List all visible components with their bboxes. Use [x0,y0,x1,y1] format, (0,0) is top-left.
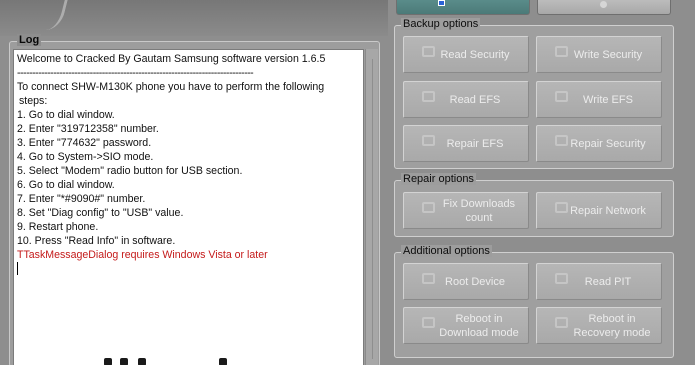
reboot-download-line1: Reboot in [455,312,503,325]
options-panel: Backup options Read Security Write Secur… [390,0,695,365]
repair-efs-button[interactable]: Repair EFS [403,125,529,162]
log-line: 5. Select "Modem" radio button for USB s… [17,165,243,177]
read-pit-button[interactable]: Read PIT [536,263,662,300]
power-icon [422,317,435,328]
write-efs-label: Write EFS [583,93,633,106]
log-line: 9. Restart phone. [17,221,99,233]
log-title: Log [17,34,42,46]
log-line: 1. Go to dial window. [17,109,115,121]
repair-icon [422,135,435,146]
log-line: 6. Go to dial window. [17,179,115,191]
backup-options-group: Backup options Read Security Write Secur… [394,18,674,169]
root-icon [422,273,435,284]
write-efs-button[interactable]: Write EFS [536,81,662,118]
scrollbar-track [372,59,373,359]
fix-downloads-line1: Fix Downloads [442,197,516,210]
toolbar-icon[interactable] [219,358,227,365]
write-icon [555,91,568,102]
fix-icon [422,202,435,213]
read-security-button[interactable]: Read Security [403,36,529,73]
repair-security-button[interactable]: Repair Security [536,125,662,162]
log-textbox[interactable]: Welcome to Cracked By Gautam Samsung sof… [13,49,364,365]
toolbar-icon[interactable] [104,358,112,365]
reboot-recovery-line2: Recovery mode [573,326,651,339]
log-line: ----------------------------------------… [17,67,254,79]
reboot-recovery-line1: Reboot in [588,312,636,325]
log-caret-line [17,262,360,276]
log-scrollbar[interactable] [365,49,378,365]
log-line: 4. Go to System->SIO mode. [17,151,154,163]
gear-icon [600,1,607,8]
repair-options-group: Repair options Fix Downloads count Repai… [394,173,674,237]
toolbar-icon[interactable] [120,358,128,365]
network-icon [555,202,568,213]
fix-downloads-count-button[interactable]: Fix Downloads count [403,192,529,229]
log-line: 2. Enter "319712358" number. [17,123,159,135]
write-icon [555,46,568,57]
read-efs-label: Read EFS [449,93,501,106]
repair-icon [555,135,568,146]
reboot-download-line2: Download mode [439,326,519,339]
fix-downloads-line2: count [465,211,493,224]
reboot-recovery-mode-button[interactable]: Reboot in Recovery mode [536,307,662,344]
app-banner [0,0,388,36]
log-line: 7. Enter "*#9090#" number. [17,193,146,205]
read-icon [422,91,435,102]
write-security-button[interactable]: Write Security [536,36,662,73]
top-secondary-button[interactable] [537,0,671,15]
read-pit-label: Read PIT [584,275,632,288]
log-group: Log Welcome to Cracked By Gautam Samsung… [9,34,380,365]
log-error-line: TTaskMessageDialog requires Windows Vist… [17,249,268,261]
logo-swoosh [36,0,68,30]
read-icon [422,46,435,57]
text-caret [17,262,18,275]
root-device-button[interactable]: Root Device [403,263,529,300]
repair-efs-label: Repair EFS [446,137,504,150]
additional-options-title: Additional options [401,245,492,257]
log-line: 10. Press "Read Info" in software. [17,235,176,247]
log-line: 3. Enter "774632" password. [17,137,152,149]
power-icon [555,317,568,328]
log-line: steps: [19,95,48,107]
backup-options-title: Backup options [401,18,481,30]
log-line: 8. Set "Diag config" to "USB" value. [17,207,184,219]
repair-options-title: Repair options [401,173,476,185]
additional-options-group: Additional options Root Device Read PIT … [394,245,674,358]
checkbox-icon [438,0,445,6]
read-efs-button[interactable]: Read EFS [403,81,529,118]
log-line: To connect SHW-M130K phone you have to p… [17,81,325,93]
log-line: Welcome to Cracked By Gautam Samsung sof… [17,53,326,65]
reboot-download-mode-button[interactable]: Reboot in Download mode [403,307,529,344]
toolbar-icon[interactable] [138,358,146,365]
repair-network-button[interactable]: Repair Network [536,192,662,229]
top-action-button[interactable] [396,0,530,15]
bottom-toolbar [94,358,244,365]
read-icon [555,273,568,284]
root-device-label: Root Device [445,275,505,288]
